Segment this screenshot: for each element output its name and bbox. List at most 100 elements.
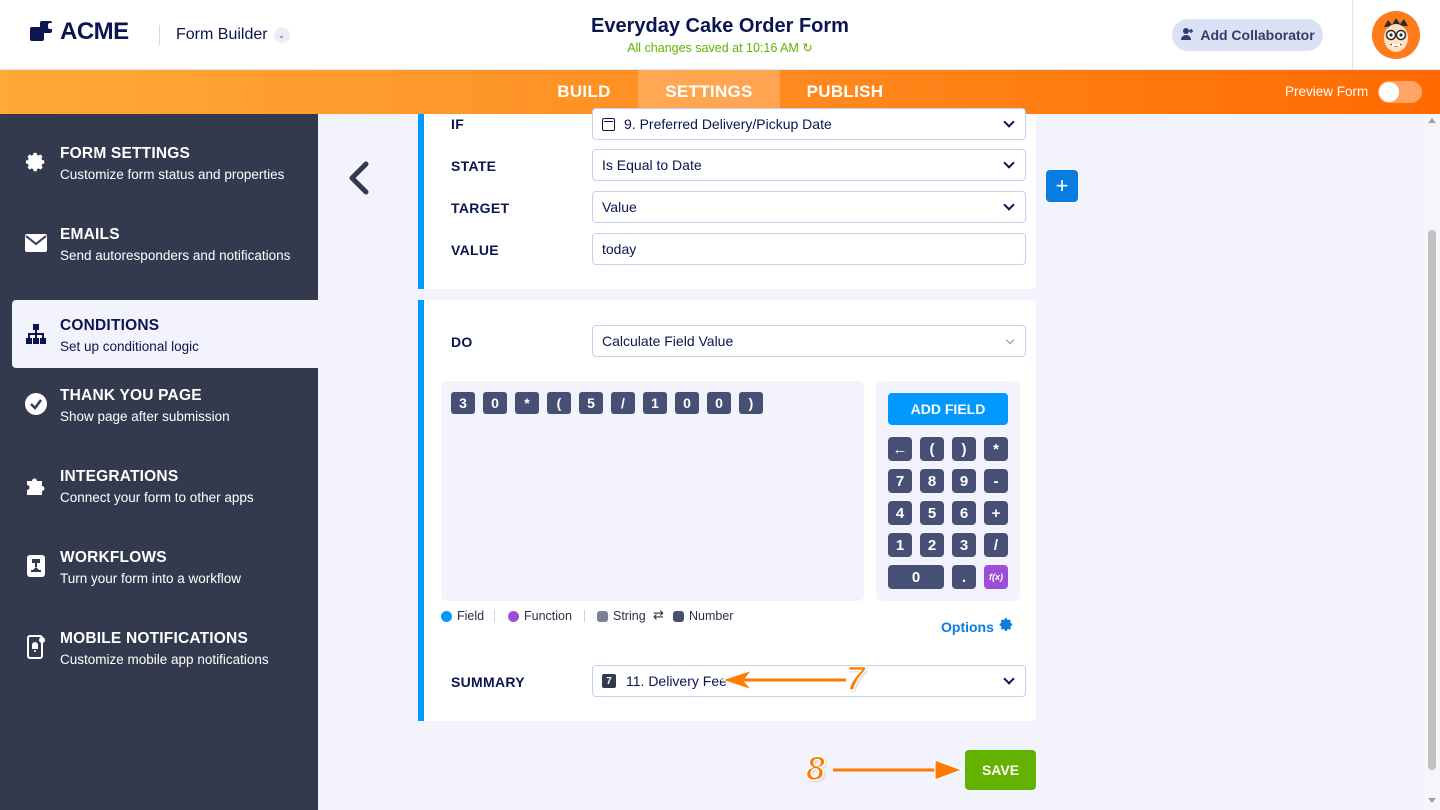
- key-6[interactable]: 6: [952, 501, 976, 525]
- puzzle-icon: [24, 473, 48, 497]
- if-label: IF: [451, 116, 465, 132]
- annotation-step-7: 7: [845, 659, 865, 699]
- key-backspace[interactable]: ←: [888, 437, 912, 461]
- add-field-button[interactable]: ADD FIELD: [888, 393, 1008, 425]
- formula-token[interactable]: 3: [451, 392, 475, 414]
- preview-form-toggle[interactable]: [1378, 81, 1422, 103]
- string-color-dot: [597, 610, 608, 622]
- gear-icon: [999, 617, 1014, 637]
- scroll-up-icon[interactable]: [1428, 118, 1436, 123]
- key-0[interactable]: 0: [888, 565, 944, 589]
- sidebar-item-title: WORKFLOWS: [60, 549, 167, 566]
- key-7[interactable]: 7: [888, 469, 912, 493]
- key-open-paren[interactable]: (: [920, 437, 944, 461]
- sidebar-item-mobile-notifications[interactable]: MOBILE NOTIFICATIONS Customize mobile ap…: [0, 613, 318, 681]
- preview-form-label: Preview Form: [1285, 84, 1369, 99]
- state-select[interactable]: Is Equal to Date: [592, 149, 1026, 181]
- key-3[interactable]: 3: [952, 533, 976, 557]
- formula-token[interactable]: 0: [483, 392, 507, 414]
- arrow-8-head: [934, 759, 964, 781]
- key-8[interactable]: 8: [920, 469, 944, 493]
- key-4[interactable]: 4: [888, 501, 912, 525]
- sidebar-item-desc: Show page after submission: [60, 409, 230, 424]
- check-circle-icon: [24, 392, 48, 416]
- sidebar-item-title: MOBILE NOTIFICATIONS: [60, 630, 248, 647]
- formula-token[interactable]: 1: [643, 392, 667, 414]
- envelope-icon: [24, 231, 48, 255]
- if-field-select[interactable]: 9. Preferred Delivery/Pickup Date: [592, 108, 1026, 140]
- sidebar-item-title: CONDITIONS: [60, 317, 160, 334]
- chevron-down-icon: [1003, 157, 1015, 169]
- legend-function: Function: [508, 609, 572, 623]
- function-icon[interactable]: f(x): [984, 565, 1008, 589]
- user-plus-icon: [1180, 27, 1194, 44]
- sidebar-item-desc: Send autoresponders and notifications: [60, 248, 291, 263]
- options-button[interactable]: Options: [941, 617, 1014, 637]
- gear-icon: [24, 150, 48, 174]
- field-color-dot: [441, 610, 452, 622]
- condition-card: IF 9. Preferred Delivery/Pickup Date STA…: [418, 108, 1036, 289]
- sidebar-item-workflows[interactable]: WORKFLOWS Turn your form into a workflow: [0, 532, 318, 600]
- formula-token[interactable]: 5: [579, 392, 603, 414]
- formula-editor[interactable]: [441, 381, 864, 601]
- function-color-dot: [508, 610, 519, 622]
- key-1[interactable]: 1: [888, 533, 912, 557]
- header-separator: [1352, 0, 1353, 70]
- legend-divider: [494, 610, 495, 622]
- sidebar-item-form-settings[interactable]: FORM SETTINGS Customize form status and …: [0, 128, 318, 196]
- formula-token[interactable]: (: [547, 392, 571, 414]
- formula-token[interactable]: /: [611, 392, 635, 414]
- sidebar-item-desc: Customize mobile app notifications: [60, 652, 269, 667]
- scroll-down-icon[interactable]: [1428, 798, 1436, 803]
- scrollbar-thumb[interactable]: [1428, 230, 1436, 770]
- legend-field: Field: [441, 609, 484, 623]
- key-multiply[interactable]: *: [984, 437, 1008, 461]
- formula-token[interactable]: ): [739, 392, 763, 414]
- key-close-paren[interactable]: ): [952, 437, 976, 461]
- annotation-step-8: 8: [805, 749, 825, 789]
- do-select[interactable]: Calculate Field Value: [592, 325, 1026, 357]
- mobile-bell-icon: [24, 635, 48, 659]
- key-5[interactable]: 5: [920, 501, 944, 525]
- user-avatar[interactable]: [1372, 11, 1420, 59]
- formula-token[interactable]: 0: [707, 392, 731, 414]
- value-input[interactable]: today: [592, 233, 1026, 265]
- chevron-down-icon: [1005, 335, 1015, 345]
- settings-sidebar: FORM SETTINGS Customize form status and …: [0, 114, 318, 810]
- key-2[interactable]: 2: [920, 533, 944, 557]
- summary-label: SUMMARY: [451, 674, 525, 690]
- swap-arrows-icon[interactable]: ⇄: [653, 607, 664, 623]
- formula-token[interactable]: 0: [675, 392, 699, 414]
- key-plus[interactable]: +: [984, 501, 1008, 525]
- add-condition-button[interactable]: +: [1046, 170, 1078, 202]
- sidebar-item-desc: Set up conditional logic: [60, 339, 199, 354]
- key-divide[interactable]: /: [984, 533, 1008, 557]
- summary-field-select[interactable]: 7 11. Delivery Fee: [592, 665, 1026, 697]
- sidebar-item-title: INTEGRATIONS: [60, 468, 179, 485]
- sidebar-item-title: EMAILS: [60, 226, 120, 243]
- sidebar-item-thank-you-page[interactable]: THANK YOU PAGE Show page after submissio…: [0, 370, 318, 438]
- key-decimal[interactable]: .: [952, 565, 976, 589]
- plus-icon: +: [1055, 173, 1069, 198]
- target-label: TARGET: [451, 200, 510, 216]
- state-label: STATE: [451, 158, 497, 174]
- key-minus[interactable]: -: [984, 469, 1008, 493]
- sidebar-item-desc: Customize form status and properties: [60, 167, 285, 182]
- chevron-down-icon: [1003, 673, 1015, 685]
- legend-number: Number: [673, 609, 733, 623]
- sitemap-icon: [24, 322, 48, 346]
- sidebar-item-integrations[interactable]: INTEGRATIONS Connect your form to other …: [0, 451, 318, 519]
- sidebar-item-emails[interactable]: EMAILS Send autoresponders and notificat…: [0, 209, 318, 277]
- target-select[interactable]: Value: [592, 191, 1026, 223]
- back-button[interactable]: [344, 160, 372, 196]
- sidebar-item-title: FORM SETTINGS: [60, 145, 191, 162]
- formula-token[interactable]: *: [515, 392, 539, 414]
- sidebar-item-conditions[interactable]: CONDITIONS Set up conditional logic: [12, 300, 318, 368]
- chevron-down-icon: [1003, 199, 1015, 211]
- number-field-icon: 7: [602, 674, 616, 688]
- number-color-dot: [673, 610, 684, 622]
- save-button[interactable]: SAVE: [965, 750, 1036, 790]
- key-9[interactable]: 9: [952, 469, 976, 493]
- calendar-icon: [602, 117, 615, 131]
- add-collaborator-button[interactable]: Add Collaborator: [1172, 19, 1323, 51]
